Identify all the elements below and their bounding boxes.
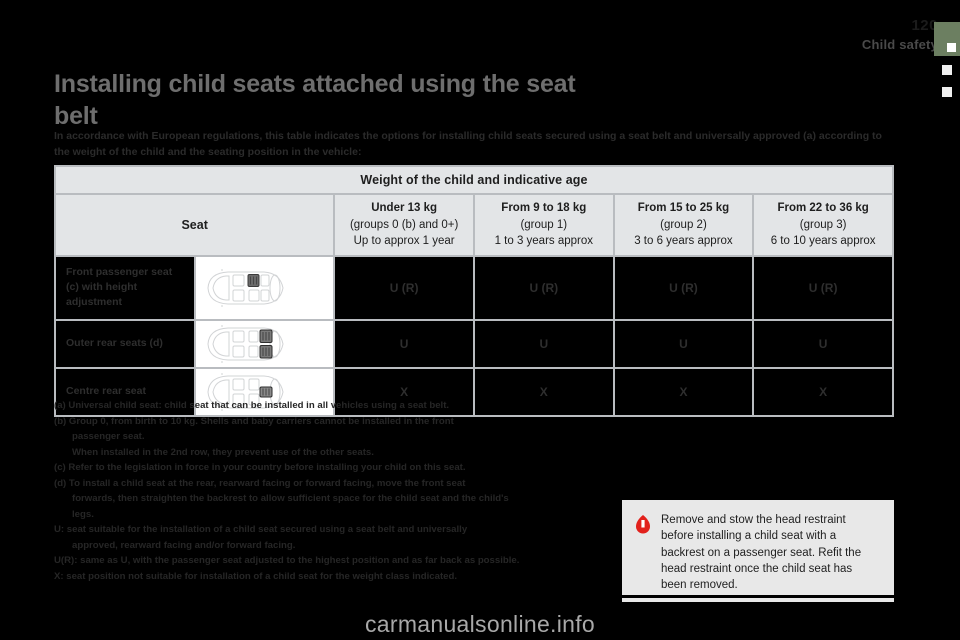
- cell-value: U: [612, 318, 755, 369]
- cell-value: X: [612, 366, 755, 417]
- group-age: 3 to 6 years approx: [634, 235, 733, 248]
- intro-paragraph: In accordance with European regulations,…: [54, 130, 882, 159]
- cell-value: U: [333, 318, 475, 369]
- cell-value: X: [752, 366, 894, 417]
- warning-box: Remove and stow the head restraint befor…: [622, 500, 894, 595]
- page-title: Installing child seats attached using th…: [54, 70, 576, 130]
- watermark: carmanualsonline.info: [364, 611, 596, 637]
- legend-x: X: seat position not suitable for instal…: [54, 570, 457, 582]
- manual-page: 120 Child safety Installing child seats …: [0, 0, 960, 640]
- group-header-3: From 22 to 36 kg (group 3) 6 to 10 years…: [752, 192, 894, 258]
- table-row: Front passenger seat (c) with height adj…: [54, 255, 894, 321]
- footnote-b-line1: (b) Group 0, from birth to 10 kg. Shells…: [54, 415, 454, 427]
- section-title: Child safety: [861, 37, 938, 52]
- chapter-tab-next-1: [939, 62, 955, 78]
- footnote-a: (a) Universal child seat: child seat tha…: [54, 400, 450, 411]
- group-age: 1 to 3 years approx: [494, 235, 594, 248]
- cell-value: U (R): [472, 255, 615, 321]
- group-name: (group 1): [520, 218, 568, 231]
- group-weight: From 15 to 25 kg: [637, 202, 730, 214]
- footnote-d-line2: forwards, then straighten the backrest t…: [72, 493, 509, 505]
- group-age: 6 to 10 years approx: [770, 235, 876, 248]
- group-header-1: From 9 to 18 kg (group 1) 1 to 3 years a…: [472, 192, 615, 258]
- legend-u-line2: approved, rearward facing and/or forward…: [72, 539, 296, 551]
- cell-value: U: [752, 318, 894, 369]
- car-front-passenger-seat-icon: [193, 255, 336, 321]
- group-age: Up to approx 1 year: [353, 235, 455, 248]
- group-weight: From 22 to 36 kg: [777, 202, 869, 214]
- cell-value: U (R): [752, 255, 894, 321]
- group-name: (groups 0 (b) and 0+): [349, 218, 459, 231]
- page-number: 120: [911, 17, 938, 34]
- child-seat-compatibility-table: Weight of the child and indicative age S…: [53, 165, 894, 417]
- legend-u-line1: U: seat suitable for the installation of…: [54, 524, 468, 536]
- table-header-groups: Seat Under 13 kg (groups 0 (b) and 0+) U…: [53, 192, 894, 258]
- group-header-2: From 15 to 25 kg (group 2) 3 to 6 years …: [612, 192, 755, 258]
- chapter-tab-next-2: [939, 84, 955, 100]
- chapter-tab-marker: [947, 43, 956, 52]
- group-name: (group 3): [799, 218, 847, 231]
- group-name: (group 2): [660, 218, 707, 231]
- row-label-front-passenger: Front passenger seat (c) with height adj…: [54, 255, 196, 321]
- table-header-top: Weight of the child and indicative age: [54, 165, 894, 195]
- weight-age-header: Weight of the child and indicative age: [54, 165, 894, 195]
- footnote-d-line3: legs.: [72, 508, 94, 520]
- footnote-b-line2: passenger seat.: [72, 431, 145, 443]
- car-outer-rear-seats-icon: [193, 318, 336, 369]
- legend-ur: U(R): same as U, with the passenger seat…: [54, 555, 520, 567]
- cell-value: U (R): [612, 255, 755, 321]
- warning-text: Remove and stow the head restraint befor…: [661, 514, 862, 592]
- table-row: Outer rear seats (d) U U U U: [54, 318, 894, 369]
- chapter-tab-active: [934, 22, 960, 56]
- group-weight: From 9 to 18 kg: [501, 202, 587, 214]
- group-header-0: Under 13 kg (groups 0 (b) and 0+) Up to …: [333, 192, 475, 258]
- seat-column-header: Seat: [53, 192, 336, 258]
- row-label-outer-rear: Outer rear seats (d): [54, 318, 196, 369]
- footnote-d-line1: (d) To install a child seat at the rear,…: [54, 477, 466, 489]
- chapter-tab-stack: [934, 22, 960, 100]
- group-weight: Under 13 kg: [371, 202, 438, 214]
- running-header: 120 Child safety: [862, 18, 938, 51]
- footnote-c: (c) Refer to the legislation in force in…: [54, 462, 466, 474]
- warning-box-shadow: [622, 598, 894, 602]
- footnotes: (a) Universal child seat: child seat tha…: [54, 398, 614, 584]
- footnote-b-line3: When installed in the 2nd row, they prev…: [72, 446, 374, 458]
- warning-triangle-icon: [636, 515, 650, 534]
- cell-value: U: [472, 318, 615, 369]
- cell-value: U (R): [333, 255, 475, 321]
